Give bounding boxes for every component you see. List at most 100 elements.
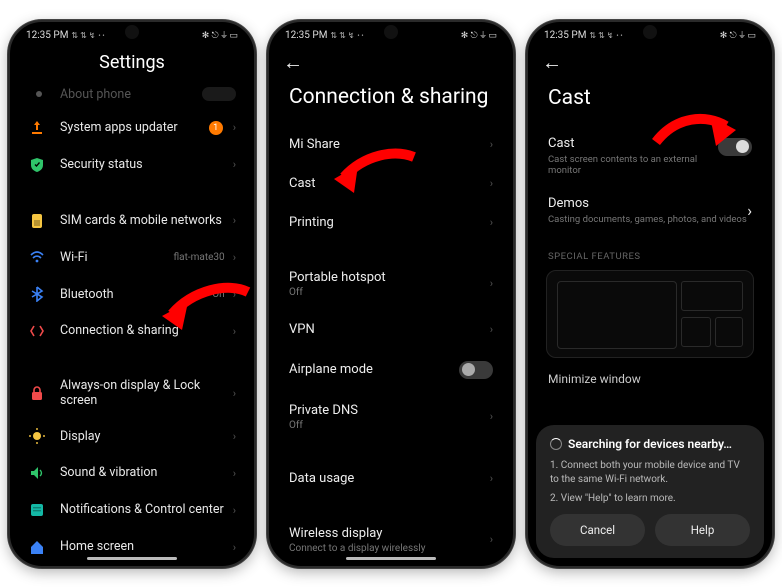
bluetooth-value: On xyxy=(212,289,224,300)
row-label: Connection & sharing xyxy=(60,323,229,339)
row-mi-share[interactable]: Mi Share› xyxy=(269,125,513,164)
row-always-on-display[interactable]: Always-on display & Lock screen › xyxy=(10,369,254,418)
chevron-right-icon: › xyxy=(233,467,236,480)
cast-toggle[interactable] xyxy=(718,138,752,156)
chevron-right-icon: › xyxy=(233,158,236,171)
row-label: Data usage xyxy=(289,471,354,486)
demos-label: Demos xyxy=(548,196,747,211)
row-cast-toggle[interactable]: CastCast screen contents to an external … xyxy=(528,126,772,186)
miui-pill xyxy=(202,87,236,101)
row-private-dns[interactable]: Private DNS Off › xyxy=(269,391,513,443)
searching-sheet: Searching for devices nearby… 1. Connect… xyxy=(536,425,764,558)
row-portable-hotspot[interactable]: Portable hotspot Off › xyxy=(269,258,513,310)
camera-notch xyxy=(643,25,657,39)
status-left-icons: ⇅ ⇅ ↯ ･･ xyxy=(330,30,364,41)
row-sub: Off xyxy=(289,287,386,298)
status-time: 12:35 PM xyxy=(285,30,327,41)
row-label: Bluetooth xyxy=(60,287,212,303)
gesture-bar xyxy=(346,557,436,560)
row-label: Cast xyxy=(289,176,316,191)
row-label: Security status xyxy=(60,157,229,173)
chevron-right-icon: › xyxy=(490,277,493,290)
row-sound-vibration[interactable]: Sound & vibration › xyxy=(10,455,254,492)
wifi-value: flat-mate30 xyxy=(174,252,225,263)
sim-icon xyxy=(28,212,46,230)
sound-icon xyxy=(28,464,46,482)
card-tile-icon xyxy=(715,317,743,347)
chevron-right-icon: › xyxy=(233,121,236,134)
row-vpn[interactable]: VPN› xyxy=(269,310,513,349)
back-button[interactable]: ← xyxy=(542,50,562,75)
row-label: VPN xyxy=(289,322,315,337)
chevron-right-icon: › xyxy=(747,201,752,220)
row-demos[interactable]: DemosCasting documents, games, photos, a… xyxy=(528,186,772,235)
cast-sub: Cast screen contents to an external moni… xyxy=(548,154,718,176)
chevron-right-icon: › xyxy=(233,251,236,264)
row-bluetooth[interactable]: Bluetooth On › xyxy=(10,276,254,313)
row-sim-cards[interactable]: SIM cards & mobile networks › xyxy=(10,202,254,239)
updater-icon xyxy=(28,119,46,137)
row-label: Home screen xyxy=(60,539,229,555)
chevron-right-icon: › xyxy=(233,288,236,301)
row-label: Airplane mode xyxy=(289,362,373,377)
share-icon xyxy=(28,322,46,340)
shield-icon xyxy=(28,156,46,174)
row-wifi[interactable]: Wi-Fi flat-mate30 › xyxy=(10,239,254,276)
chevron-right-icon: › xyxy=(490,533,493,546)
chevron-right-icon: › xyxy=(490,177,493,190)
chevron-right-icon: › xyxy=(490,138,493,151)
page-title: Settings xyxy=(10,46,254,87)
row-display[interactable]: Display › xyxy=(10,418,254,455)
chevron-right-icon: › xyxy=(233,504,236,517)
status-time: 12:35 PM xyxy=(26,30,68,41)
row-airplane-mode[interactable]: Airplane mode xyxy=(269,349,513,391)
feature-card[interactable] xyxy=(546,270,754,358)
row-label: Always-on display & Lock screen xyxy=(60,378,229,409)
row-label: Wi-Fi xyxy=(60,250,174,266)
row-label: System apps updater xyxy=(60,120,209,136)
cancel-button[interactable]: Cancel xyxy=(550,514,645,546)
chevron-right-icon: › xyxy=(490,410,493,423)
row-connection-sharing[interactable]: Connection & sharing › xyxy=(10,313,254,350)
card-tile-icon xyxy=(681,317,711,347)
row-data-usage[interactable]: Data usage› xyxy=(269,459,513,498)
row-label: Private DNS xyxy=(289,403,358,418)
row-about-phone[interactable]: About phone xyxy=(10,87,254,110)
row-label: SIM cards & mobile networks xyxy=(60,213,229,229)
row-sub: Connect to a display wirelessly xyxy=(289,543,425,554)
card-monitor-icon xyxy=(557,281,677,349)
chevron-right-icon: › xyxy=(233,387,236,400)
row-label: Printing xyxy=(289,215,334,230)
row-system-apps-updater[interactable]: System apps updater 1 › xyxy=(10,110,254,147)
row-notifications[interactable]: Notifications & Control center › xyxy=(10,492,254,529)
row-printing[interactable]: Printing › xyxy=(269,203,513,242)
row-security-status[interactable]: Security status › xyxy=(10,146,254,183)
page-title: Cast xyxy=(528,80,772,126)
chevron-right-icon: › xyxy=(233,541,236,554)
update-badge: 1 xyxy=(209,121,223,135)
airplane-toggle[interactable] xyxy=(459,361,493,379)
help-button[interactable]: Help xyxy=(655,514,750,546)
phone-settings: 12:35 PM⇅ ⇅ ↯ ･･ ✻ ⎋ ⏚ ▭ Settings About … xyxy=(8,20,256,568)
sheet-line-2: 2. View "Help" to learn more. xyxy=(550,492,750,506)
row-label: Display xyxy=(60,429,229,445)
status-left-icons: ⇅ ⇅ ↯ ･･ xyxy=(589,30,623,41)
row-label: Portable hotspot xyxy=(289,270,386,285)
back-button[interactable]: ← xyxy=(283,50,303,75)
row-home-screen[interactable]: Home screen › xyxy=(10,529,254,566)
about-icon xyxy=(36,91,42,97)
notifications-icon xyxy=(28,501,46,519)
sheet-line-1: 1. Connect both your mobile device and T… xyxy=(550,459,750,487)
status-time: 12:35 PM xyxy=(544,30,586,41)
status-right-icons: ✻ ⎋ ⏚ ▭ xyxy=(461,31,497,41)
status-left-icons: ⇅ ⇅ ↯ ･･ xyxy=(71,30,105,41)
sheet-title: Searching for devices nearby… xyxy=(568,437,732,451)
chevron-right-icon: › xyxy=(490,216,493,229)
row-sub: Off xyxy=(289,420,358,431)
bluetooth-icon xyxy=(28,285,46,303)
row-label: Wireless display xyxy=(289,526,425,541)
row-cast[interactable]: Cast › xyxy=(269,164,513,203)
phone-cast: 12:35 PM⇅ ⇅ ↯ ･･ ✻ ⎋ ⏚ ▭ ← Cast CastCast… xyxy=(526,20,774,568)
about-label: About phone xyxy=(60,87,131,102)
row-label: Notifications & Control center xyxy=(60,502,229,518)
